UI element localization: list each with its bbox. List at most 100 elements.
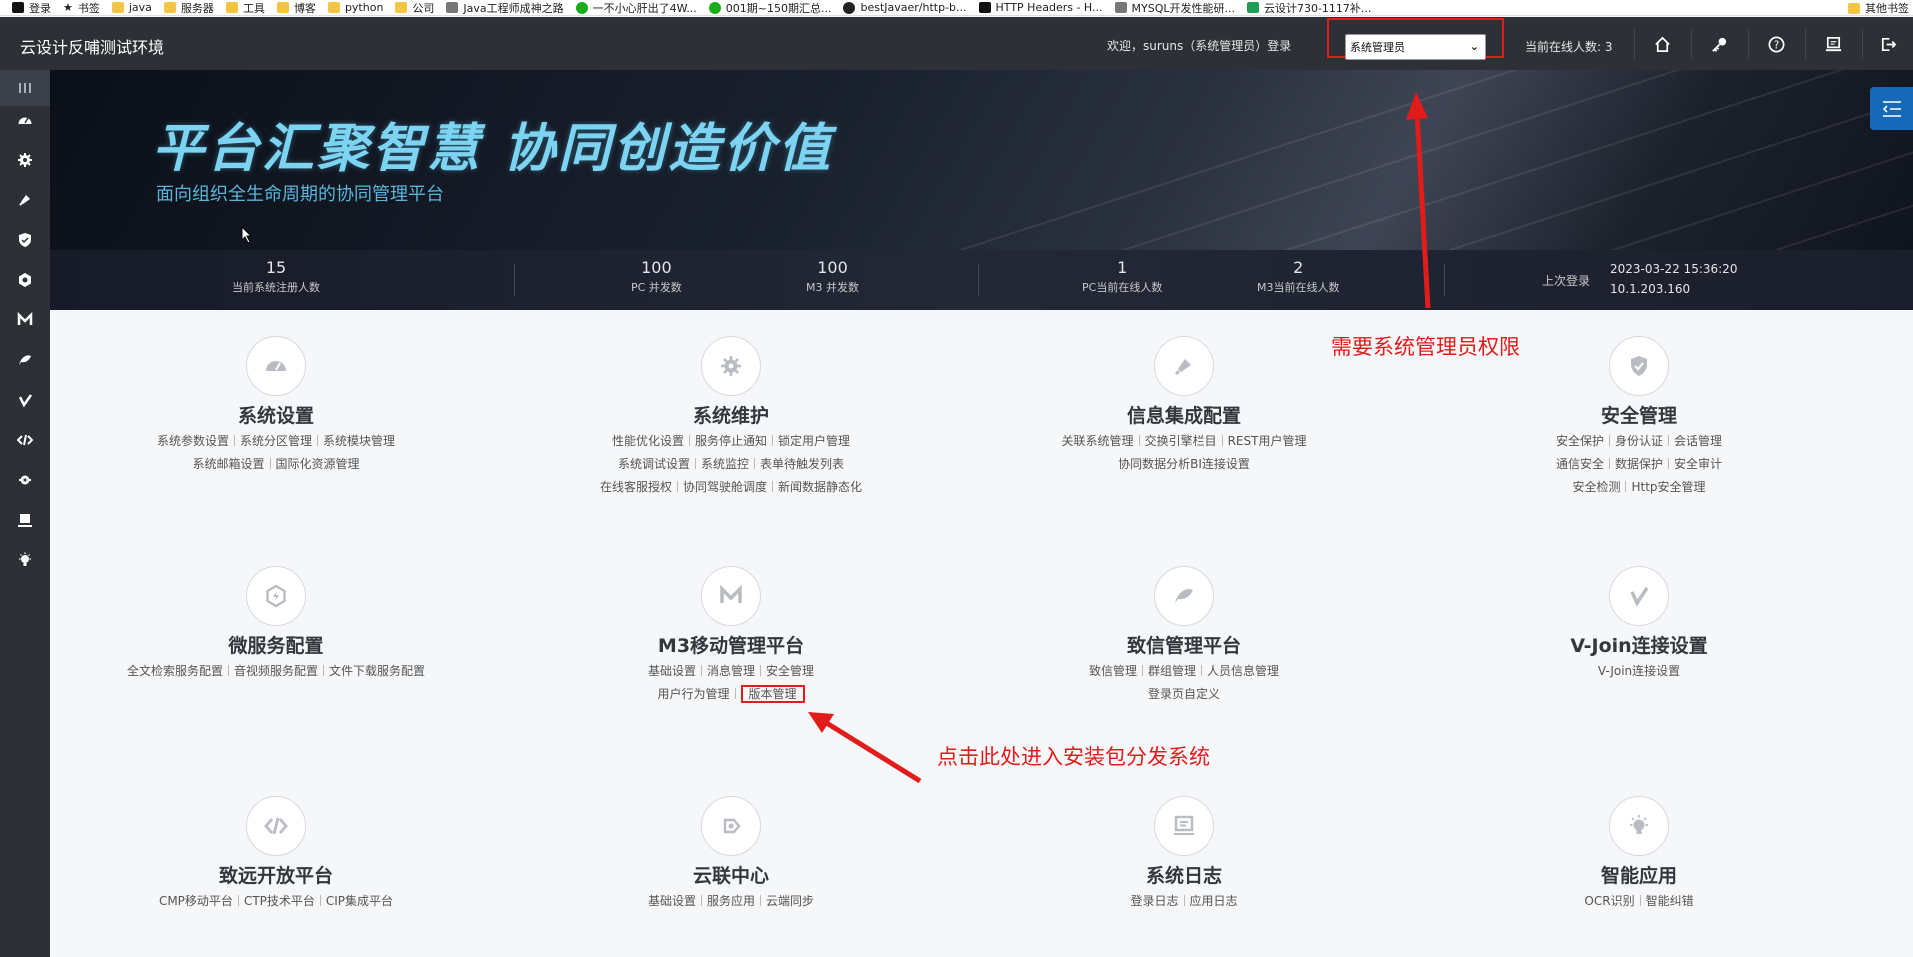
module-link[interactable]: 系统参数设置	[157, 434, 229, 448]
bookmark-folder-server[interactable]: 服务器	[163, 0, 214, 15]
bookmark-folder-company[interactable]: 公司	[395, 0, 434, 15]
version-management-link[interactable]: 版本管理	[740, 685, 805, 703]
module-link[interactable]: 国际化资源管理	[276, 457, 360, 471]
module-icon-button[interactable]	[701, 796, 761, 856]
sidebar-item-vjoin[interactable]	[0, 382, 50, 418]
module-link[interactable]: 消息管理	[707, 664, 755, 678]
module-icon-button[interactable]	[1609, 336, 1669, 396]
sidebar-item-open-platform[interactable]	[0, 422, 50, 458]
module-link[interactable]: 登录页自定义	[1148, 687, 1220, 701]
module-link[interactable]: 服务停止通知	[695, 434, 767, 448]
module-title[interactable]: 安全管理	[1429, 405, 1849, 427]
bookmark-java-road[interactable]: Java工程师成神之路	[446, 0, 564, 15]
module-link[interactable]: REST用户管理	[1228, 434, 1307, 448]
module-link[interactable]: 锁定用户管理	[778, 434, 850, 448]
module-link[interactable]: 服务应用	[707, 894, 755, 908]
module-title[interactable]: 云联中心	[521, 865, 941, 887]
panel-toggle-button[interactable]	[1870, 87, 1913, 130]
bookmark-mysql[interactable]: MYSQL开发性能研...	[1114, 0, 1235, 15]
bookmark-other[interactable]: 其他书签	[1848, 0, 1909, 15]
sidebar-item-m3[interactable]	[0, 302, 50, 338]
sidebar-item-smart[interactable]	[0, 542, 50, 578]
key-button[interactable]	[1691, 29, 1747, 59]
bookmark-folder-blog[interactable]: 博客	[276, 0, 316, 15]
module-link[interactable]: 用户行为管理	[657, 687, 729, 701]
module-title[interactable]: V-Join连接设置	[1429, 635, 1849, 657]
module-link[interactable]: 基础设置	[648, 894, 696, 908]
module-icon-button[interactable]	[246, 336, 306, 396]
module-link[interactable]: 系统监控	[701, 457, 749, 471]
module-link[interactable]: CTP技术平台	[244, 894, 315, 908]
module-icon-button[interactable]	[701, 566, 761, 626]
module-title[interactable]: 系统维护	[521, 405, 941, 427]
sidebar-menu-toggle[interactable]	[0, 70, 50, 106]
module-link[interactable]: 应用日志	[1190, 894, 1238, 908]
sidebar-item-system-settings[interactable]	[0, 102, 50, 138]
module-icon-button[interactable]	[1609, 566, 1669, 626]
module-link[interactable]: 致信管理	[1089, 664, 1137, 678]
module-icon-button[interactable]	[1154, 796, 1214, 856]
sidebar-item-microservice[interactable]	[0, 262, 50, 298]
module-link[interactable]: V-Join连接设置	[1598, 664, 1680, 678]
module-link[interactable]: 安全检测	[1572, 480, 1620, 494]
sidebar-item-security[interactable]	[0, 222, 50, 258]
module-link[interactable]: 会话管理	[1674, 434, 1722, 448]
monitor-button[interactable]	[1805, 29, 1861, 59]
module-icon-button[interactable]	[246, 796, 306, 856]
module-link[interactable]: 人员信息管理	[1207, 664, 1279, 678]
module-link[interactable]: 云端同步	[766, 894, 814, 908]
module-link[interactable]: 交换引擎栏目	[1145, 434, 1217, 448]
module-link[interactable]: 协同驾驶舱调度	[683, 480, 767, 494]
module-link[interactable]: 安全保护	[1556, 434, 1604, 448]
module-icon-button[interactable]	[701, 336, 761, 396]
module-link[interactable]: 关联系统管理	[1062, 434, 1134, 448]
module-link[interactable]: OCR识别	[1584, 894, 1634, 908]
module-title[interactable]: M3移动管理平台	[521, 635, 941, 657]
sidebar-item-integration[interactable]	[0, 182, 50, 218]
bookmark-sheet[interactable]: 云设计730-1117补...	[1246, 0, 1371, 15]
module-icon-button[interactable]	[1609, 796, 1669, 856]
sidebar-item-maintenance[interactable]	[0, 142, 50, 178]
bookmark-folder-java[interactable]: java	[111, 0, 152, 15]
sidebar-item-cloud[interactable]	[0, 462, 50, 498]
module-link[interactable]: 数据保护	[1615, 457, 1663, 471]
bookmark-github[interactable]: bestJavaer/http-b...	[843, 0, 967, 15]
module-link[interactable]: 系统分区管理	[240, 434, 312, 448]
sidebar-item-logs[interactable]	[0, 502, 50, 538]
bookmark-folder-python[interactable]: python	[327, 0, 383, 15]
module-link[interactable]: 表单待触发列表	[760, 457, 844, 471]
home-button[interactable]	[1634, 29, 1690, 59]
module-link[interactable]: Http安全管理	[1631, 480, 1705, 494]
module-link[interactable]: 智能纠错	[1646, 894, 1694, 908]
bookmark-bookmarks[interactable]: ★ 书签	[63, 0, 100, 15]
module-link[interactable]: 基础设置	[648, 664, 696, 678]
module-link[interactable]: 系统调试设置	[618, 457, 690, 471]
module-title[interactable]: 微服务配置	[66, 635, 486, 657]
role-select[interactable]: 系统管理员 ⌄	[1345, 34, 1486, 60]
module-link[interactable]: 群组管理	[1148, 664, 1196, 678]
bookmark-mdn[interactable]: HTTP Headers - H...	[978, 0, 1103, 15]
bookmark-wechat-1[interactable]: 一不小心肝出了4W...	[575, 0, 697, 15]
module-icon-button[interactable]	[1154, 566, 1214, 626]
module-title[interactable]: 致信管理平台	[974, 635, 1394, 657]
module-link[interactable]: 通信安全	[1556, 457, 1604, 471]
logout-button[interactable]	[1862, 29, 1913, 59]
help-button[interactable]: ?	[1748, 29, 1804, 59]
module-link[interactable]: 文件下载服务配置	[329, 664, 425, 678]
module-title[interactable]: 系统设置	[66, 405, 486, 427]
module-link[interactable]: 音视频服务配置	[234, 664, 318, 678]
bookmark-wechat-2[interactable]: 001期~150期汇总...	[708, 0, 831, 15]
module-title[interactable]: 系统日志	[974, 865, 1394, 887]
bookmark-login[interactable]: 登录	[12, 0, 51, 15]
module-link[interactable]: 全文检索服务配置	[127, 664, 223, 678]
module-title[interactable]: 致远开放平台	[66, 865, 486, 887]
module-link[interactable]: 安全审计	[1674, 457, 1722, 471]
module-link[interactable]: 系统模块管理	[323, 434, 395, 448]
module-link[interactable]: 系统邮箱设置	[192, 457, 264, 471]
module-title[interactable]: 智能应用	[1429, 865, 1849, 887]
sidebar-item-zhixin[interactable]	[0, 342, 50, 378]
module-link[interactable]: 安全管理	[766, 664, 814, 678]
module-link[interactable]: 在线客服授权	[600, 480, 672, 494]
module-link[interactable]: CMP移动平台	[159, 894, 233, 908]
module-link[interactable]: 登录日志	[1130, 894, 1178, 908]
